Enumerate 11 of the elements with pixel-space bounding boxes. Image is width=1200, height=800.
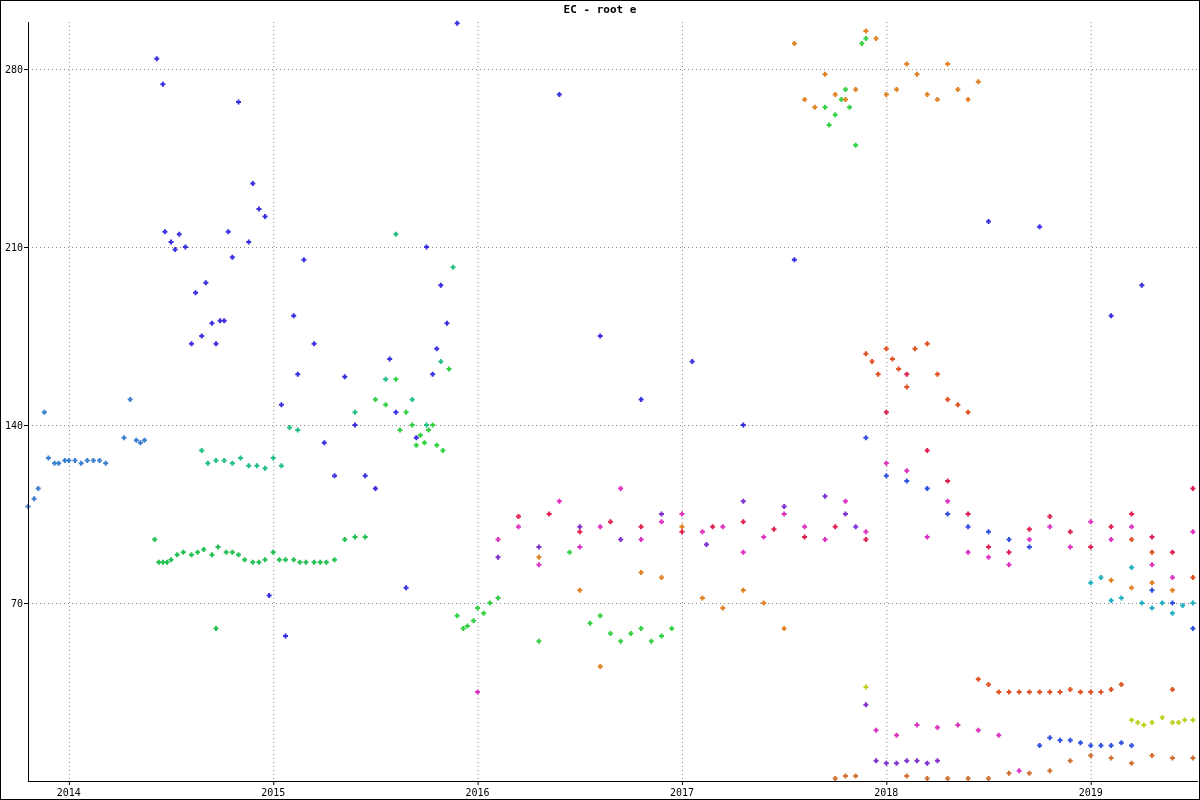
chart-title: EC - root e	[563, 3, 637, 16]
axis-tick-label: 2019	[1078, 787, 1103, 798]
axis-tick-label: 140	[4, 420, 23, 431]
axis-tick-label: 2018	[874, 787, 899, 798]
axis-tick-label: 2017	[669, 787, 694, 798]
axis-tick-label: 2016	[465, 787, 490, 798]
axis-tick-label: 210	[4, 242, 23, 254]
axis-tick-label: 280	[4, 64, 23, 76]
axis-tick-label: 2015	[261, 787, 286, 798]
axis-tick-label: 70	[10, 598, 23, 609]
axis-tick-label: 2014	[56, 787, 81, 798]
